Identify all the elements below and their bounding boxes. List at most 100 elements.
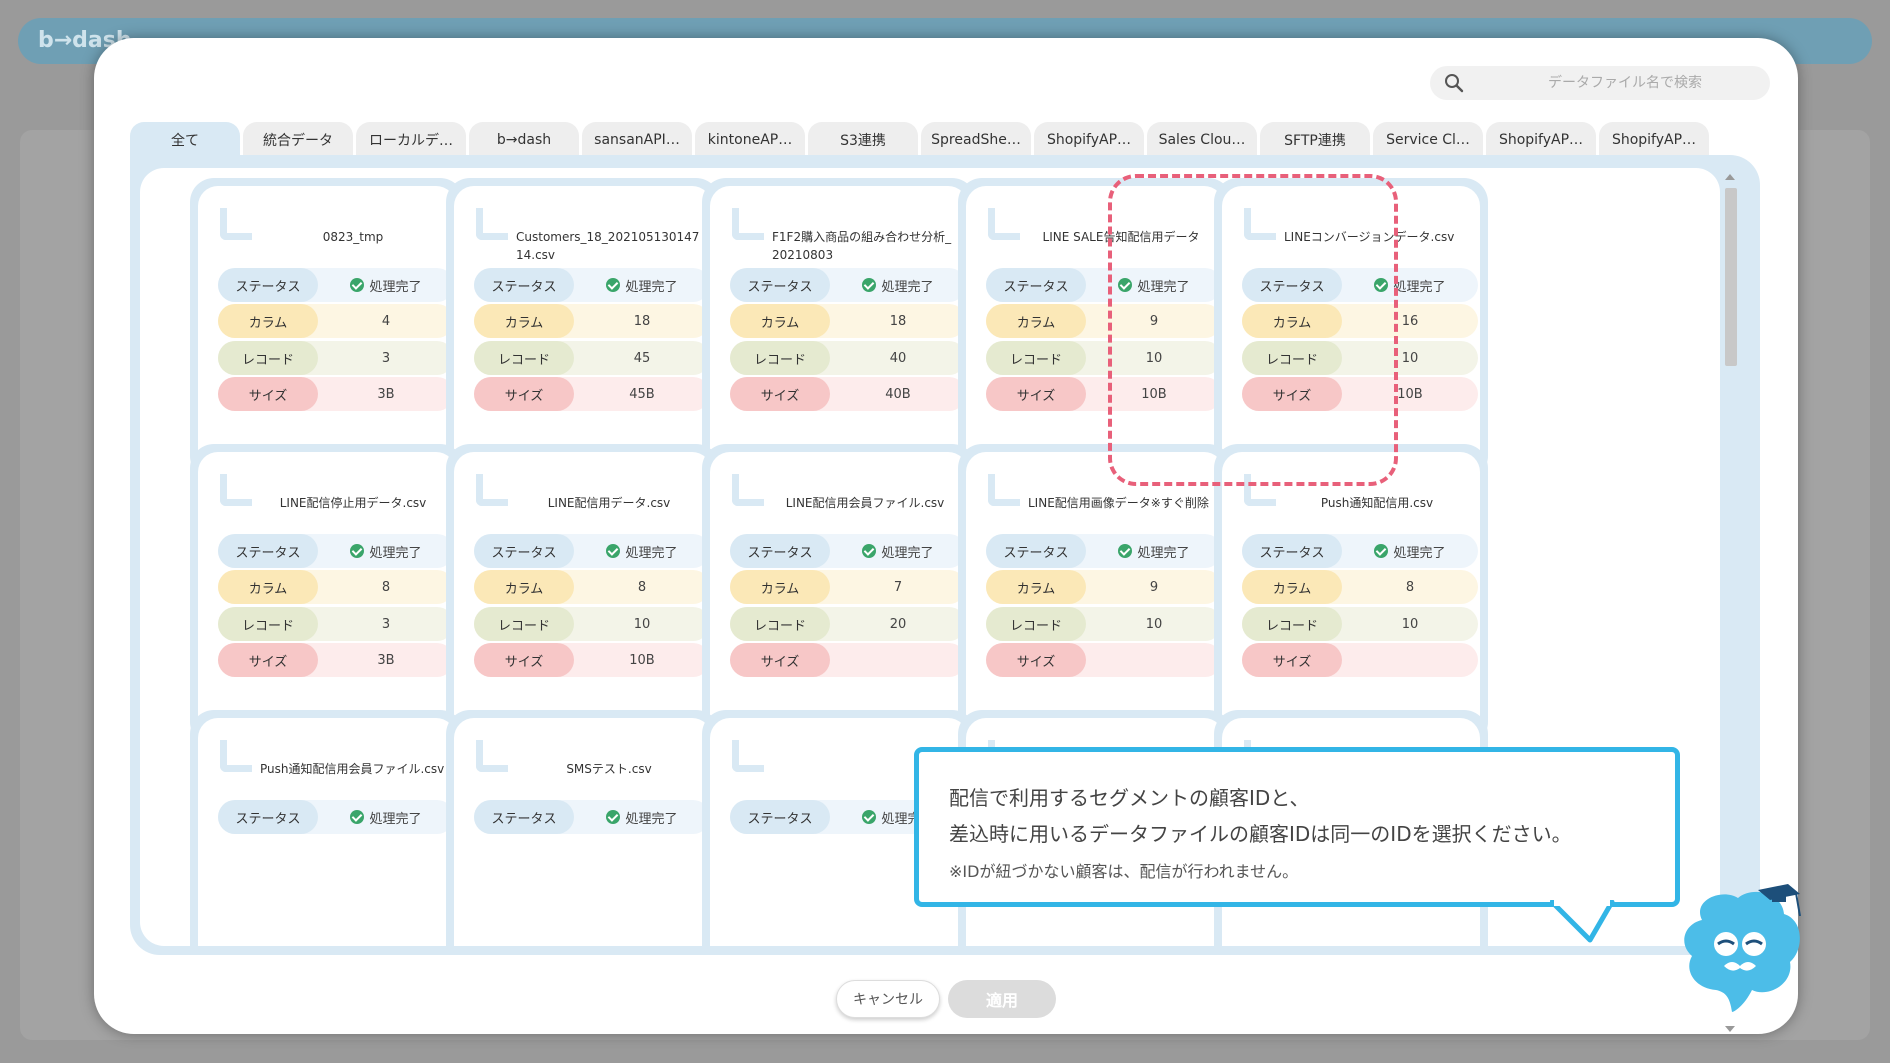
size-label: サイズ: [730, 377, 830, 411]
scroll-up-arrow-icon[interactable]: [1725, 174, 1735, 180]
column-label: カラム: [474, 570, 574, 604]
status-value: 処理完了: [574, 800, 710, 834]
card-row-status: ステータス 処理完了: [1242, 534, 1478, 568]
data-file-card[interactable]: SMSテスト.csv ステータス 処理完了: [446, 710, 720, 946]
size-value: [1342, 643, 1478, 677]
search-input[interactable]: [1490, 66, 1760, 100]
tab-3[interactable]: b→dash: [469, 122, 579, 158]
tab-0[interactable]: 全て: [130, 122, 240, 158]
status-text: 処理完了: [625, 811, 678, 827]
card-row-record: レコード 45: [474, 341, 710, 375]
card-row-record: レコード 3: [218, 341, 454, 375]
data-file-card[interactable]: LINE配信停止用データ.csv ステータス 処理完了 カラム 8 レコード 3 サイズ 3B: [190, 444, 464, 746]
tab-11[interactable]: Service Cl…: [1373, 122, 1483, 158]
record-value: 20: [889, 616, 907, 632]
status-label: ステータス: [218, 268, 318, 302]
tooltip-tail-icon: [1550, 900, 1615, 943]
data-file-card[interactable]: Customers_18_20210513014714.csv ステータス 処理完了…: [446, 178, 720, 480]
search-icon: [1445, 74, 1464, 93]
card-row-size: サイズ: [730, 643, 966, 677]
status-label: ステータス: [474, 268, 574, 302]
scroll-down-arrow-icon[interactable]: [1725, 1026, 1735, 1032]
data-file-card[interactable]: 0823_tmp ステータス 処理完了 カラム 4 レコード 3 サイズ 3B: [190, 178, 464, 480]
card-row-column: カラム 8: [1242, 570, 1478, 604]
record-label: レコード: [986, 607, 1086, 641]
data-file-card[interactable]: LINE配信用画像データ※すぐ削除 ステータス 処理完了 カラム 9 レコード 10 サイズ: [958, 444, 1232, 746]
card-body: LINE配信停止用データ.csv ステータス 処理完了 カラム 8 レコード 3 サイズ 3B: [198, 452, 456, 736]
tab-10[interactable]: SFTP連携: [1260, 122, 1370, 158]
status-text: 処理完了: [881, 279, 934, 295]
column-label: カラム: [730, 304, 830, 338]
column-value: 7: [893, 579, 903, 595]
card-title: LINE配信用データ.csv: [547, 496, 671, 510]
data-file-card[interactable]: Push通知配信用.csv ステータス 処理完了 カラム 8 レコード 10 サイズ: [1214, 444, 1488, 746]
tooltip-line-2: 差込時に用いるデータファイルの顧客IDは同一のIDを選択ください。: [949, 822, 1572, 846]
search-box[interactable]: [1430, 66, 1770, 100]
tab-7[interactable]: SpreadShe…: [921, 122, 1031, 158]
card-row-size: サイズ 3B: [218, 377, 454, 411]
cancel-button[interactable]: キャンセル: [836, 980, 940, 1018]
column-value: 18: [633, 313, 651, 329]
status-label: ステータス: [730, 800, 830, 834]
record-label: レコード: [218, 607, 318, 641]
file-corner-icon: [476, 474, 508, 506]
status-label: ステータス: [218, 534, 318, 568]
card-title: LINE配信停止用データ.csv: [279, 496, 427, 510]
scroll-thumb[interactable]: [1725, 188, 1737, 366]
column-value: 18: [889, 313, 907, 329]
card-row-record: レコード 3: [218, 607, 454, 641]
column-label: カラム: [218, 304, 318, 338]
status-label: ステータス: [986, 534, 1086, 568]
card-title: SMSテスト.csv: [566, 762, 652, 776]
card-row-status: ステータス 処理完了: [474, 534, 710, 568]
file-corner-icon: [220, 474, 252, 506]
size-label: サイズ: [474, 377, 574, 411]
card-row-status: ステータス 処理完了: [730, 268, 966, 302]
column-value: 8: [637, 579, 647, 595]
card-row-status: ステータス 処理完了: [986, 534, 1222, 568]
tab-5[interactable]: kintoneAP…: [695, 122, 805, 158]
column-label: カラム: [730, 570, 830, 604]
tab-4[interactable]: sansanAPI…: [582, 122, 692, 158]
record-value: 40: [889, 350, 907, 366]
tab-12[interactable]: ShopifyAP…: [1486, 122, 1596, 158]
record-value: 10: [1401, 616, 1419, 632]
card-body: LINE配信用画像データ※すぐ削除 ステータス 処理完了 カラム 9 レコード 10 サイズ: [966, 452, 1224, 736]
status-value: 処理完了: [1342, 534, 1478, 568]
status-label: ステータス: [986, 268, 1086, 302]
tab-6[interactable]: S3連携: [808, 122, 918, 158]
check-circle-icon: [862, 544, 877, 558]
size-value: [1086, 643, 1222, 677]
apply-button[interactable]: 適用: [948, 980, 1056, 1018]
column-label: カラム: [986, 570, 1086, 604]
card-row-size: サイズ 10B: [474, 643, 710, 677]
card-row-record: レコード 10: [1242, 607, 1478, 641]
card-row-size: サイズ: [1242, 643, 1478, 677]
column-value: 8: [1405, 579, 1415, 595]
record-value: 3: [381, 350, 391, 366]
size-value: [830, 643, 966, 677]
file-corner-icon: [732, 208, 764, 240]
card-row-record: レコード 40: [730, 341, 966, 375]
data-file-card[interactable]: LINE配信用データ.csv ステータス 処理完了 カラム 8 レコード 10 サイズ 10B: [446, 444, 720, 746]
card-row-size: サイズ 40B: [730, 377, 966, 411]
record-value: 10: [1145, 616, 1163, 632]
record-value: 3: [381, 616, 391, 632]
status-text: 処理完了: [1137, 545, 1190, 561]
record-label: レコード: [1242, 607, 1342, 641]
tab-9[interactable]: Sales Clou…: [1147, 122, 1257, 158]
record-label: レコード: [474, 341, 574, 375]
data-file-card[interactable]: LINE配信用会員ファイル.csv ステータス 処理完了 カラム 7 レコード 20 サイズ: [702, 444, 976, 746]
tab-8[interactable]: ShopifyAP…: [1034, 122, 1144, 158]
tab-13[interactable]: ShopifyAP…: [1599, 122, 1709, 158]
file-corner-icon: [732, 740, 764, 772]
file-corner-icon: [732, 474, 764, 506]
data-file-card[interactable]: Push通知配信用会員ファイル.csv ステータス 処理完了: [190, 710, 464, 946]
size-label: サイズ: [218, 377, 318, 411]
data-file-card[interactable]: F1F2購入商品の組み合わせ分析_20210803 ステータス 処理完了 カラム 18 レ…: [702, 178, 976, 480]
record-value: 45: [633, 350, 651, 366]
tab-1[interactable]: 統合データ: [243, 122, 353, 158]
tab-2[interactable]: ローカルデ…: [356, 122, 466, 158]
card-body: SMSテスト.csv ステータス 処理完了: [454, 718, 712, 946]
card-body: F1F2購入商品の組み合わせ分析_20210803 ステータス 処理完了 カラム 18 レ…: [710, 186, 968, 470]
